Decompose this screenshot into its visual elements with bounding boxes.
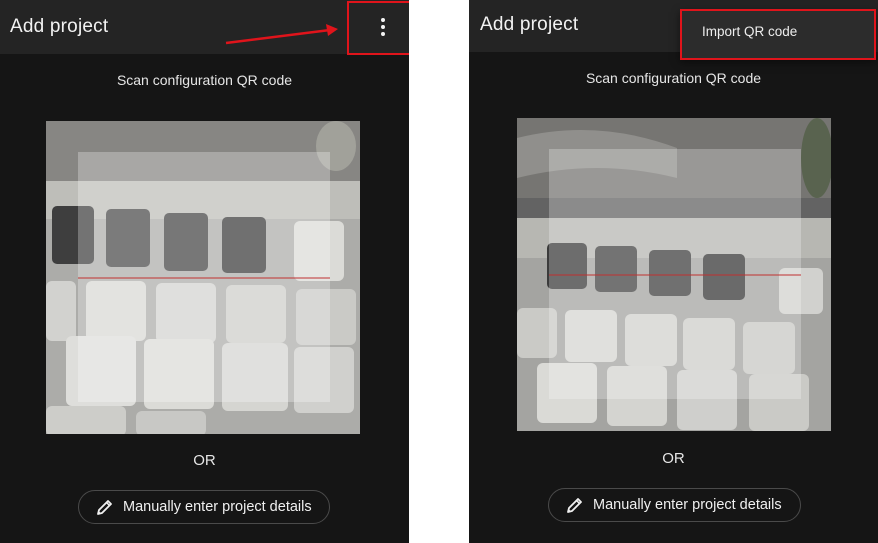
manual-entry-label: Manually enter project details	[123, 499, 312, 515]
scan-instruction: Scan configuration QR code	[585, 70, 762, 86]
camera-preview	[517, 118, 831, 431]
or-divider-text: OR	[662, 450, 685, 467]
camera-preview	[46, 121, 360, 434]
manual-entry-button[interactable]: Manually enter project details	[78, 490, 330, 524]
highlight-more-options	[347, 1, 409, 55]
keyboard-camera-image	[517, 118, 831, 431]
pencil-icon	[97, 500, 112, 515]
page-title: Add project	[480, 14, 579, 35]
manual-entry-label: Manually enter project details	[593, 497, 782, 513]
pencil-icon	[567, 498, 582, 513]
screen-before: Add project Scan configuration QR code O…	[0, 0, 409, 543]
scan-instruction: Scan configuration QR code	[116, 72, 293, 88]
highlight-import-qr	[680, 9, 876, 60]
keyboard-camera-image	[46, 121, 360, 434]
or-divider-text: OR	[193, 452, 216, 469]
screen-after: Add project Scan configuration QR code O…	[469, 0, 878, 543]
page-title: Add project	[10, 16, 109, 37]
manual-entry-button[interactable]: Manually enter project details	[548, 488, 801, 522]
